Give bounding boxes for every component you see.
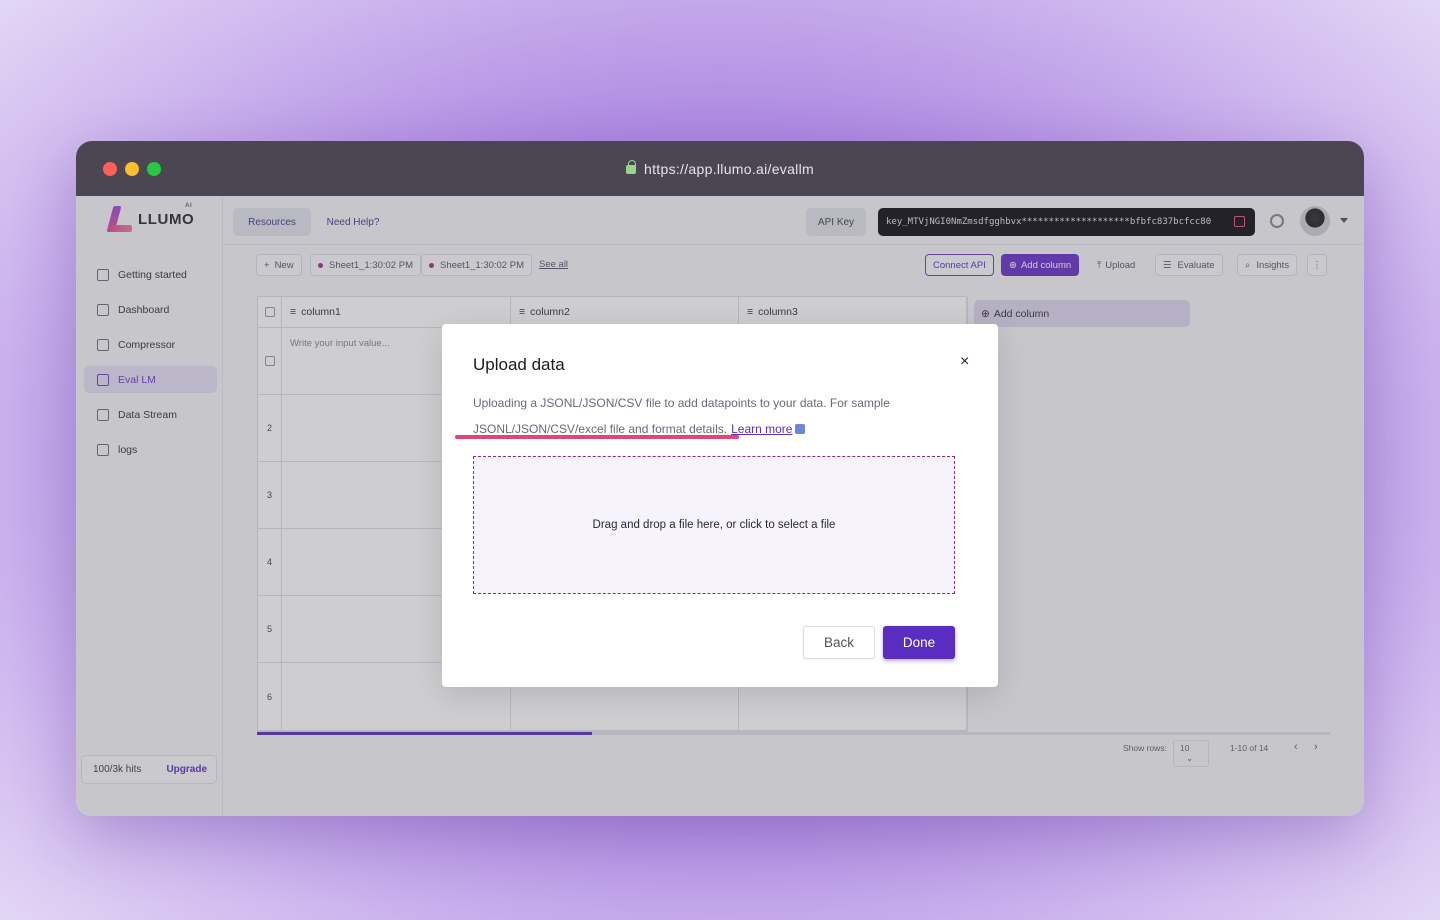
modal-title: Upload data: [473, 355, 565, 374]
close-icon[interactable]: ×: [960, 353, 969, 371]
url-text: https://app.llumo.ai/evallm: [644, 161, 814, 177]
dropzone-text: Drag and drop a file here, or click to s…: [592, 519, 836, 531]
upload-data-modal: Upload data × Uploading a JSONL/JSON/CSV…: [442, 324, 998, 687]
highlight-underline: [455, 435, 739, 439]
external-link-icon[interactable]: [795, 424, 806, 434]
back-button[interactable]: Back: [803, 626, 875, 659]
file-dropzone[interactable]: Drag and drop a file here, or click to s…: [473, 456, 955, 594]
learn-more-link[interactable]: Learn more: [731, 422, 792, 436]
address-bar[interactable]: https://app.llumo.ai/evallm: [76, 160, 1364, 177]
done-button[interactable]: Done: [883, 626, 955, 659]
lock-icon: [626, 160, 637, 174]
browser-titlebar: https://app.llumo.ai/evallm: [76, 141, 1364, 196]
modal-description-line-1: Uploading a JSONL/JSON/CSV file to add d…: [473, 396, 890, 410]
modal-description-line-2: JSONL/JSON/CSV/excel file and format det…: [473, 422, 728, 436]
